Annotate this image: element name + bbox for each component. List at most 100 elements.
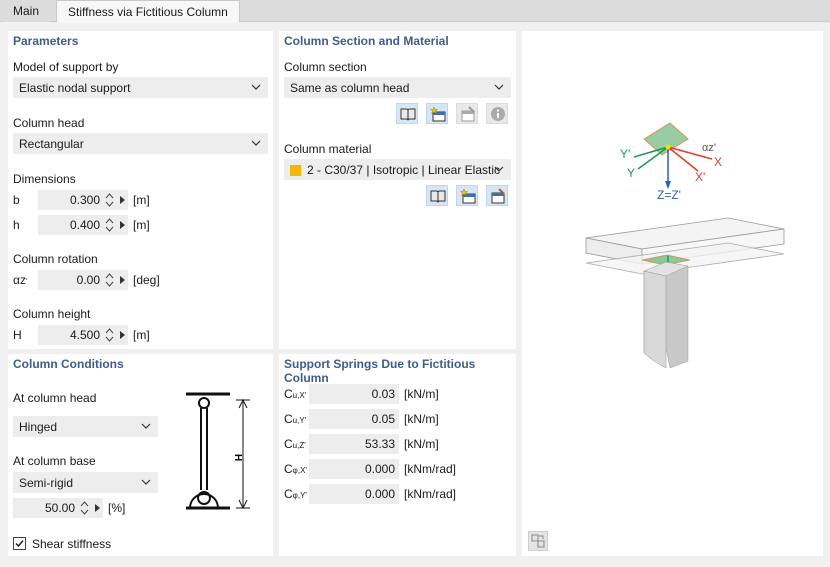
chevron-down-icon xyxy=(141,479,151,485)
diagram-H-label: H xyxy=(232,454,243,461)
svg-text:X: X xyxy=(714,155,722,169)
spring-symbol: Cφ,Y' xyxy=(284,487,307,501)
spinner-icon[interactable] xyxy=(80,500,89,516)
edit-icon xyxy=(491,188,505,204)
alpha-z-label: αz' xyxy=(13,273,28,287)
column-head-condition-select[interactable]: Hinged xyxy=(13,416,158,437)
spring-cphiy-field: 0.000 xyxy=(309,484,399,504)
support-springs-panel: Support Springs Due to Fictitious Column… xyxy=(279,354,516,556)
base-percent-input[interactable]: 50.00 xyxy=(13,498,103,518)
column-conditions-title: Column Conditions xyxy=(13,357,124,371)
spring-cuy-field: 0.05 xyxy=(309,409,399,429)
spring-symbol: Cφ,X' xyxy=(284,462,307,476)
chevron-down-icon xyxy=(141,423,151,429)
column-height-label: Column height xyxy=(13,307,91,321)
b-label: b xyxy=(13,193,20,207)
spinner-icon[interactable] xyxy=(105,327,114,343)
spring-cphix-field: 0.000 xyxy=(309,459,399,479)
model-of-support-label: Model of support by xyxy=(13,60,119,74)
material-color-swatch xyxy=(290,165,301,176)
svg-text:Y: Y xyxy=(627,166,635,180)
edit-material-button[interactable] xyxy=(486,185,508,206)
play-arrow-icon[interactable] xyxy=(118,220,126,230)
new-material-button[interactable] xyxy=(456,185,478,206)
section-library-button[interactable] xyxy=(396,103,418,124)
rotation-input[interactable]: 0.00 xyxy=(38,270,128,290)
section-material-title: Column Section and Material xyxy=(284,34,449,48)
svg-text:Z=Z': Z=Z' xyxy=(657,188,681,202)
checkmark-icon xyxy=(15,540,24,548)
section-info-button[interactable] xyxy=(486,103,508,124)
column-base-condition-select[interactable]: Semi-rigid xyxy=(13,472,158,493)
edit-section-button[interactable] xyxy=(456,103,478,124)
spring-unit: [kNm/rad] xyxy=(404,487,457,501)
column-conditions-diagram: H xyxy=(186,392,250,510)
graphic-view-panel[interactable]: Y' Y X X' Z=Z' αz' xyxy=(522,31,823,556)
base-percent-unit: [%] xyxy=(108,501,126,515)
column-material-label: Column material xyxy=(284,142,372,156)
base-percent-value: 50.00 xyxy=(44,501,75,515)
column-section-value: Same as column head xyxy=(290,81,410,95)
h-label: h xyxy=(13,218,20,232)
column-head-condition-value: Hinged xyxy=(19,420,58,434)
spinner-icon[interactable] xyxy=(105,192,114,208)
spring-cux-field: 0.03 xyxy=(309,384,399,404)
spring-cuz-field: 53.33 xyxy=(309,434,399,454)
chevron-down-icon xyxy=(494,84,504,90)
column-section-label: Column section xyxy=(284,60,367,74)
tab-main[interactable]: Main xyxy=(2,0,51,22)
spring-unit: [kN/m] xyxy=(404,387,439,401)
material-library-button[interactable] xyxy=(426,185,448,206)
column-material-select[interactable]: 2 - C30/37 | Isotropic | Linear Elastic xyxy=(284,159,511,180)
chevron-down-icon xyxy=(494,166,504,172)
column-height-value: 4.500 xyxy=(69,328,100,342)
H-label: H xyxy=(13,328,22,342)
h-value: 0.400 xyxy=(69,218,100,232)
model-of-support-select[interactable]: Elastic nodal support xyxy=(13,77,268,98)
b-value: 0.300 xyxy=(69,193,100,207)
play-arrow-icon[interactable] xyxy=(118,195,126,205)
spring-symbol: Cu,Z' xyxy=(284,437,306,451)
new-item-icon xyxy=(460,188,476,204)
column-height-input[interactable]: 4.500 xyxy=(38,325,128,345)
play-arrow-icon[interactable] xyxy=(118,330,126,340)
chevron-down-icon xyxy=(251,84,261,90)
info-icon xyxy=(491,107,505,121)
view-options-button[interactable] xyxy=(528,531,548,551)
edit-icon xyxy=(461,106,475,122)
spring-symbol: Cu,Y' xyxy=(284,412,307,426)
h-input[interactable]: 0.400 xyxy=(38,215,128,235)
column-head-label: Column head xyxy=(13,116,85,130)
tab-stiffness-via-fictitious-column[interactable]: Stiffness via Fictitious Column xyxy=(56,0,240,23)
column-height-unit: [m] xyxy=(133,328,150,342)
tab-bar: Main Stiffness via Fictitious Column xyxy=(0,0,830,23)
shear-stiffness-checkbox[interactable] xyxy=(13,537,26,550)
dimensions-label: Dimensions xyxy=(13,172,76,186)
h-unit: [m] xyxy=(133,218,150,232)
y-axis-icon xyxy=(637,146,669,170)
view-settings-icon xyxy=(531,534,545,548)
b-input[interactable]: 0.300 xyxy=(38,190,128,210)
svg-text:X': X' xyxy=(695,170,705,184)
spinner-icon[interactable] xyxy=(105,272,114,288)
column-head-select[interactable]: Rectangular xyxy=(13,133,268,154)
column-conditions-panel: Column Conditions At column head Hinged … xyxy=(8,354,273,556)
column-base-condition-value: Semi-rigid xyxy=(19,476,74,490)
new-section-button[interactable] xyxy=(426,103,448,124)
spinner-icon[interactable] xyxy=(105,217,114,233)
play-arrow-icon[interactable] xyxy=(118,275,126,285)
new-item-icon xyxy=(430,106,446,122)
column-section-select[interactable]: Same as column head xyxy=(284,77,511,98)
play-arrow-icon[interactable] xyxy=(93,503,101,513)
parameters-panel: Parameters Model of support by Elastic n… xyxy=(8,31,273,349)
section-material-panel: Column Section and Material Column secti… xyxy=(279,31,516,349)
chevron-down-icon xyxy=(251,140,261,146)
book-icon xyxy=(430,190,446,203)
at-column-base-label: At column base xyxy=(13,454,96,468)
svg-text:Y': Y' xyxy=(620,147,630,161)
column-material-value: 2 - C30/37 | Isotropic | Linear Elastic xyxy=(307,163,500,177)
svg-text:αz': αz' xyxy=(702,142,716,154)
spring-unit: [kN/m] xyxy=(404,437,439,451)
support-springs-title: Support Springs Due to Fictitious Column xyxy=(284,357,476,385)
at-column-head-label: At column head xyxy=(13,391,97,405)
